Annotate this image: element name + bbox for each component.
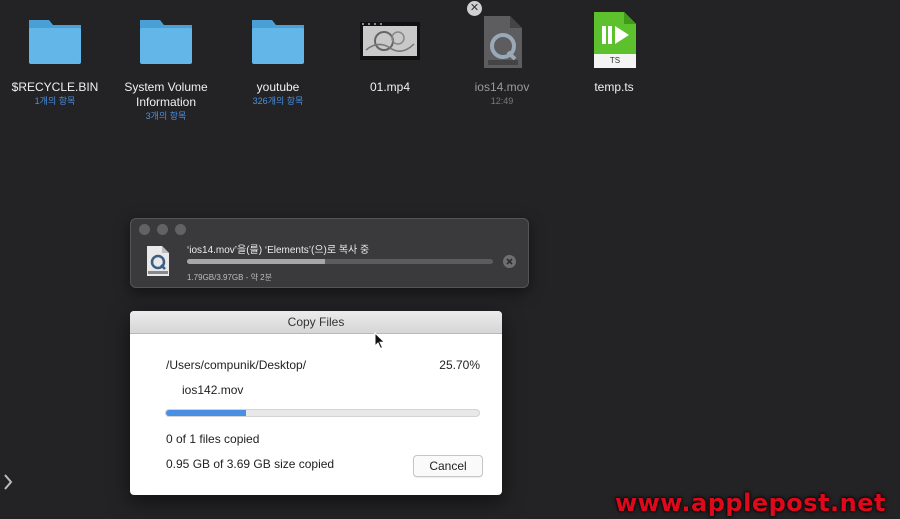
copy-percent: 25.70% (439, 358, 480, 372)
item-name: $RECYCLE.BIN (11, 80, 99, 94)
item-count: 326개의 항목 (252, 96, 304, 106)
desktop-item-temp-ts[interactable]: TS temp.ts (558, 10, 670, 95)
zoom-window-button[interactable] (175, 224, 186, 235)
quicktime-file-icon: ✕ (467, 1, 534, 74)
copy-progress-fill (187, 259, 325, 264)
desktop-item-01-mp4[interactable]: 01.mp4 (334, 10, 446, 95)
folder-icon (134, 10, 198, 74)
item-count: 1개의 항목 (34, 96, 76, 106)
folder-icon (23, 10, 87, 74)
item-count: 3개의 항목 (145, 111, 187, 121)
copy-files-progress-fill (166, 410, 247, 416)
files-copied-count: 0 of 1 files copied (166, 432, 260, 446)
copy-progress-status: 1.79GB/3.97GB - 약 2분 (187, 273, 272, 282)
close-window-button[interactable] (139, 224, 150, 235)
copy-files-progress-bar (165, 409, 480, 417)
size-copied: 0.95 GB of 3.69 GB size copied (166, 457, 335, 471)
dialog-title: Copy Files (130, 311, 502, 334)
item-name: ios14.mov (474, 80, 530, 94)
video-thumbnail (358, 10, 422, 74)
watermark: www.applepost.net (614, 489, 886, 517)
minimize-window-button[interactable] (157, 224, 168, 235)
item-name: 01.mp4 (369, 80, 411, 94)
copy-progress-window: ‘ios14.mov’을(를) ‘Elements’(으)로 복사 중 1.79… (130, 218, 529, 288)
ts-file-icon: TS (582, 10, 646, 74)
copy-progress-bar (187, 259, 493, 264)
file-type-label: TS (609, 56, 621, 65)
desktop-item-recycle-bin[interactable]: $RECYCLE.BIN 1개의 항목 (0, 10, 111, 108)
item-name: temp.ts (594, 80, 634, 94)
close-icon (506, 258, 513, 265)
mouse-cursor-icon (374, 331, 386, 355)
remove-badge-icon[interactable]: ✕ (467, 1, 482, 16)
copy-files-dialog: Copy Files /Users/compunik/Desktop/ 25.7… (130, 311, 502, 495)
desktop-item-youtube[interactable]: youtube 326개의 항목 (222, 10, 334, 108)
folder-icon (246, 10, 310, 74)
destination-path: /Users/compunik/Desktop/ (166, 358, 307, 372)
desktop-item-system-volume[interactable]: System Volume Information 3개의 항목 (110, 10, 222, 123)
item-time: 12:49 (490, 96, 514, 106)
item-name: System Volume Information (124, 80, 208, 109)
chevron-right-icon[interactable] (2, 472, 14, 497)
cancel-button[interactable]: Cancel (413, 455, 483, 477)
current-file-name: ios142.mov (182, 383, 244, 397)
desktop-item-ios14-mov[interactable]: ✕ ios14.mov 12:49 (446, 1, 558, 108)
stop-copy-button[interactable] (503, 255, 516, 268)
item-name: youtube (256, 80, 300, 94)
copy-progress-title: ‘ios14.mov’을(를) ‘Elements’(으)로 복사 중 (187, 245, 370, 256)
quicktime-file-icon (145, 245, 171, 282)
